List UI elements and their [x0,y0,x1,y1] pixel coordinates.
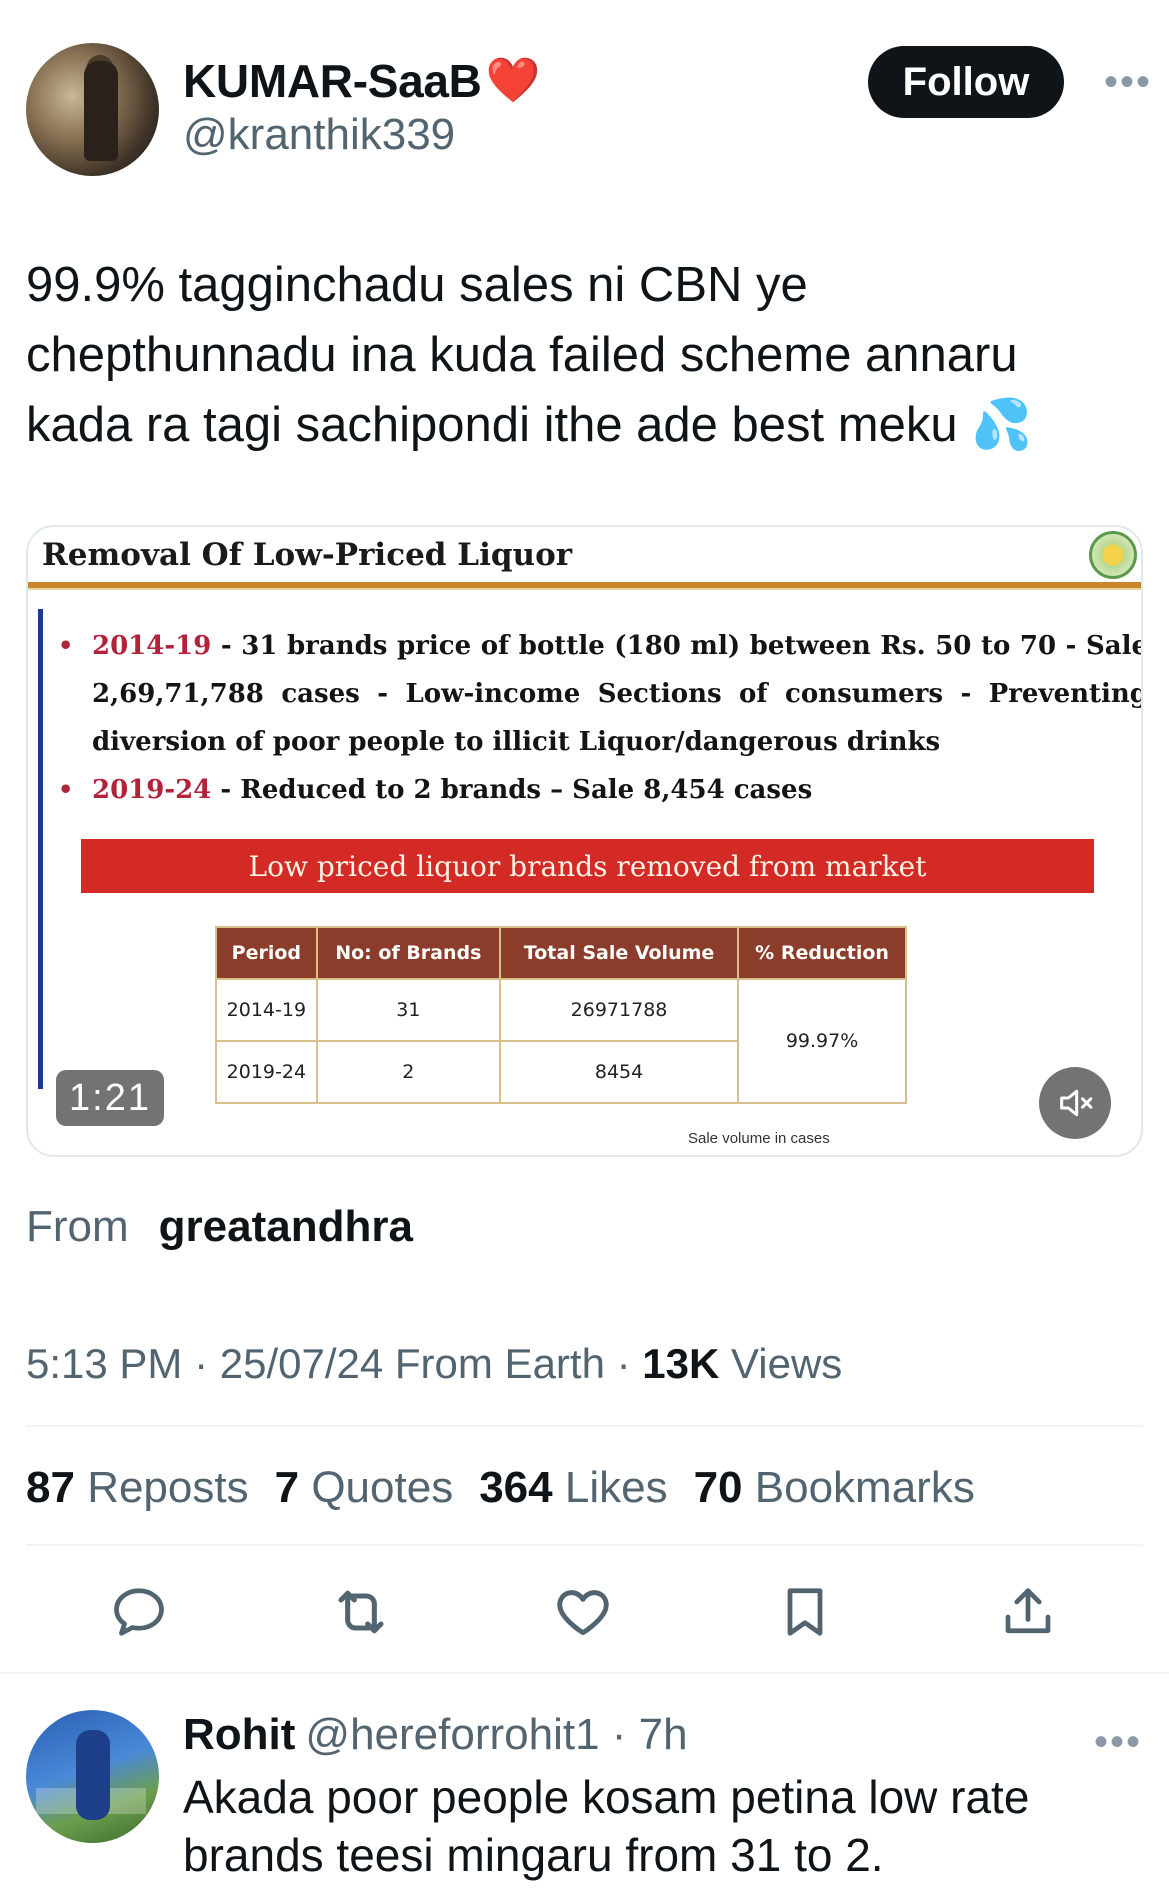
state-emblem-icon [1089,531,1137,579]
likes-stat[interactable]: 364 Likes [479,1463,667,1513]
slide-accent-bar [38,609,43,1089]
bullet-year: 2019-24 [92,775,212,805]
slide-bullets: 2014-19 - 31 brands price of bottle (180… [58,622,1143,814]
likes-label: Likes [564,1463,668,1512]
divider [26,1544,1143,1546]
table-cell: 2 [315,1040,502,1104]
repost-icon [338,1590,384,1634]
table-header: Total Sale Volume [498,926,740,980]
divider [26,1425,1143,1427]
timestamp[interactable]: 5:13 PM · 25/07/24 From Earth · [26,1340,642,1387]
slide-bullet: 2019-24 - Reduced to 2 brands – Sale 8,4… [58,766,1141,814]
mute-toggle[interactable] [1039,1067,1111,1139]
bullet-year: 2014-19 [92,631,212,661]
divider [0,1672,1169,1674]
slide-bullet: 2014-19 - 31 brands price of bottle (180… [58,622,1143,766]
heart-emoji-icon: ❤️ [485,56,541,105]
slide-table: Period No: of Brands Total Sale Volume %… [215,926,907,1104]
author-name[interactable]: KUMAR-SaaB ❤️ [183,54,540,108]
video-player[interactable]: Removal Of Low-Priced Liquor 2014-19 - 3… [26,525,1143,1157]
reposts-count: 87 [26,1463,75,1512]
reposts-label: Reposts [87,1463,249,1512]
table-cell: 2019-24 [215,1040,318,1104]
speaker-muted-icon [1060,1089,1093,1117]
bookmarks-count: 70 [693,1463,743,1512]
reduction-cell: 99.97% [737,978,907,1104]
source-prefix: From [26,1202,129,1251]
tweet-meta: 5:13 PM · 25/07/24 From Earth · 13K View… [26,1340,842,1388]
table-cell: 8454 [498,1040,740,1104]
repost-button[interactable] [329,1580,393,1644]
more-options-icon[interactable]: ••• [1104,62,1152,102]
reply-button[interactable] [107,1580,171,1644]
source-link[interactable]: greatandhra [159,1202,413,1251]
bookmark-button[interactable] [773,1580,837,1644]
author-avatar[interactable] [26,43,159,176]
slide-title: Removal Of Low-Priced Liquor [42,537,573,573]
reply-header: Rohit @hereforrohit1 · 7h [183,1710,688,1760]
bullet-text: - 31 brands price of bottle (180 ml) bet… [92,631,1143,757]
slide-caption: Sale volume in cases [688,1130,830,1147]
table-header: No: of Brands [315,926,502,980]
share-icon [1005,1588,1051,1634]
reply-icon [114,1588,164,1636]
reply-handle-time[interactable]: @hereforrohit1 · 7h [305,1710,687,1760]
like-icon [557,1590,609,1636]
views-count: 13K [642,1340,720,1387]
bookmarks-label: Bookmarks [754,1463,975,1512]
quotes-count: 7 [274,1463,300,1512]
table-header: Period [215,926,318,980]
source-attribution: From greatandhra [26,1202,413,1252]
slide-banner: Low priced liquor brands removed from ma… [81,839,1094,893]
reply-more-options-icon[interactable]: ••• [1094,1722,1142,1762]
title-divider-shade [28,588,1141,590]
author-handle[interactable]: @kranthik339 [183,110,455,160]
share-button[interactable] [996,1580,1060,1644]
video-duration-badge: 1:21 [56,1070,164,1126]
views-label: Views [719,1340,843,1387]
table-row: 2014-19 31 26971788 99.97% [215,978,907,1104]
likes-count: 364 [479,1463,553,1512]
table-cell: 2014-19 [215,978,318,1042]
tweet-text: 99.9% tagginchadu sales ni CBN ye chepth… [26,258,1033,452]
reposts-stat[interactable]: 87 Reposts [26,1463,249,1513]
table-header: % Reduction [737,926,907,980]
follow-button[interactable]: Follow [868,46,1064,118]
engagement-stats: 87 Reposts 7 Quotes 364 Likes 70 Bookmar… [26,1463,975,1513]
reply-text: Akada poor people kosam petina low rate … [183,1771,1030,1881]
reply-author-name[interactable]: Rohit [183,1710,295,1760]
quotes-label: Quotes [311,1463,454,1512]
sweat-droplets-emoji-icon: 💦 [971,398,1033,452]
like-button[interactable] [551,1580,615,1644]
table-cell: 26971788 [498,978,740,1042]
bullet-text: - Reduced to 2 brands – Sale 8,454 cases [211,775,813,805]
bookmark-icon [787,1588,823,1636]
table-cell: 31 [315,978,502,1042]
quotes-stat[interactable]: 7 Quotes [275,1463,454,1513]
bookmarks-stat[interactable]: 70 Bookmarks [694,1463,975,1513]
reply-avatar[interactable] [26,1710,159,1843]
